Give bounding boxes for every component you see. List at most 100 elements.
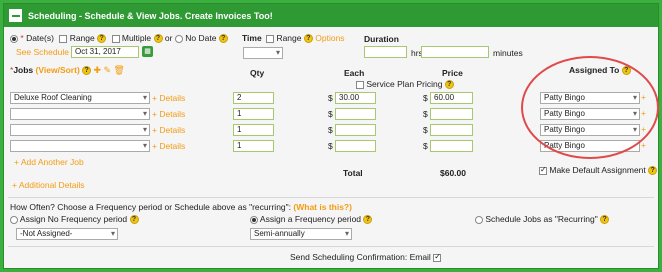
edit-icon[interactable]: ✎ <box>103 65 111 75</box>
help-icon[interactable]: ? <box>97 34 107 44</box>
currency-label: $ <box>328 93 333 103</box>
currency-label: $ <box>328 141 333 151</box>
each-header: Each <box>344 68 365 78</box>
time-label: Time <box>242 33 262 43</box>
each-input[interactable] <box>335 108 376 120</box>
range-checkbox[interactable] <box>59 34 68 43</box>
frequency-assign-option: Assign a Frequency period ? <box>250 214 373 225</box>
frequency-question: How Often? Choose a Frequency period or … <box>10 202 352 212</box>
time-options-link[interactable]: Options <box>315 33 344 43</box>
calendar-icon[interactable]: ▦ <box>142 46 153 57</box>
minutes-label: minutes <box>493 48 523 58</box>
or-label: or <box>164 33 173 43</box>
service-plan-pricing: Service Plan Pricing ? <box>356 79 454 90</box>
currency-label: $ <box>423 109 428 119</box>
price-input[interactable] <box>430 140 473 152</box>
date-label: Date(s) <box>26 33 54 43</box>
frequency-question-text: How Often? Choose a Frequency period or … <box>10 202 292 212</box>
details-link[interactable]: + Details <box>152 141 185 151</box>
date-options: * Date(s) Range ? Multiple ? or No Date … <box>10 33 228 44</box>
help-icon[interactable]: ? <box>363 215 373 225</box>
see-schedule-link[interactable]: See Schedule <box>16 47 69 57</box>
view-sort-link[interactable]: (View/Sort) <box>36 65 80 75</box>
each-input[interactable]: 30.00 <box>335 92 376 104</box>
help-icon[interactable]: ? <box>600 215 610 225</box>
job-select[interactable]: Deluxe Roof Cleaning <box>10 92 150 104</box>
no-frequency-label: Assign No Frequency period <box>19 214 128 224</box>
price-input[interactable] <box>430 124 473 136</box>
qty-input[interactable]: 1 <box>233 108 274 120</box>
confirmation-label: Send Scheduling Confirmation: <box>290 252 408 262</box>
help-icon[interactable]: ? <box>444 80 454 90</box>
time-range-checkbox[interactable] <box>266 34 275 43</box>
details-link[interactable]: + Details <box>152 93 185 103</box>
email-checkbox[interactable] <box>433 252 442 262</box>
no-date-label: No Date <box>185 33 217 43</box>
job-select[interactable] <box>10 108 150 120</box>
qty-input[interactable]: 2 <box>233 92 274 104</box>
price-input[interactable]: 60.00 <box>430 92 473 104</box>
jobs-header: *Jobs (View/Sort) ? ✚ ✎ 🗑 <box>10 65 125 76</box>
assign-frequency-radio[interactable] <box>250 215 258 224</box>
collapse-icon[interactable] <box>9 9 22 22</box>
qty-input[interactable]: 1 <box>233 124 274 136</box>
date-input[interactable]: Oct 31, 2017 <box>71 46 139 58</box>
assign-frequency-label: Assign a Frequency period <box>259 214 362 224</box>
make-default-label: Make Default Assignment <box>549 165 646 175</box>
job-select[interactable] <box>10 140 150 152</box>
panel-header: Scheduling - Schedule & View Jobs. Creat… <box>4 4 658 27</box>
multiple-checkbox[interactable] <box>111 34 120 43</box>
no-date-radio[interactable] <box>174 34 183 43</box>
date-radio[interactable] <box>10 34 18 43</box>
each-input[interactable] <box>335 124 376 136</box>
total-label: Total <box>343 168 363 178</box>
currency-label: $ <box>423 141 428 151</box>
highlight-circle <box>521 56 659 159</box>
make-default-checkbox[interactable] <box>539 165 547 175</box>
service-plan-checkbox[interactable] <box>356 80 364 89</box>
price-header: Price <box>442 68 463 78</box>
what-is-this-link[interactable]: (What is this?) <box>293 202 352 212</box>
help-icon[interactable]: ? <box>303 34 313 44</box>
additional-details-link[interactable]: + Additional Details <box>12 180 85 190</box>
service-plan-label: Service Plan Pricing <box>366 79 443 89</box>
time-options: Time Range ? Options <box>242 33 345 44</box>
help-icon[interactable]: ? <box>82 66 92 76</box>
each-input[interactable] <box>335 140 376 152</box>
help-icon[interactable]: ? <box>129 215 139 225</box>
add-job-icon[interactable]: ✚ <box>94 65 102 75</box>
help-icon[interactable]: ? <box>648 166 658 176</box>
price-input[interactable] <box>430 108 473 120</box>
currency-label: $ <box>423 93 428 103</box>
currency-label: $ <box>328 109 333 119</box>
no-frequency-radio[interactable] <box>10 215 18 224</box>
range-label: Range <box>69 33 95 43</box>
panel-title: Scheduling - Schedule & View Jobs. Creat… <box>28 10 273 21</box>
frequency-period-select[interactable]: Semi-annually <box>250 228 352 240</box>
duration-minutes-input[interactable] <box>421 46 489 58</box>
recurring-radio[interactable] <box>475 215 483 224</box>
recurring-label: Schedule Jobs as "Recurring" <box>485 214 598 224</box>
trash-icon[interactable]: 🗑 <box>113 65 124 75</box>
jobs-label: Jobs <box>13 65 34 75</box>
currency-label: $ <box>328 125 333 135</box>
qty-input[interactable]: 1 <box>233 140 274 152</box>
email-label: Email <box>409 252 431 262</box>
time-range-label: Range <box>276 33 302 43</box>
not-assigned-select[interactable]: -Not Assigned- <box>16 228 118 240</box>
duration-label: Duration <box>364 34 399 44</box>
qty-header: Qty <box>250 68 265 78</box>
add-another-job-link[interactable]: + Add Another Job <box>14 157 84 167</box>
time-select[interactable] <box>243 47 283 59</box>
duration-hrs-input[interactable] <box>364 46 407 58</box>
scheduling-confirmation: Send Scheduling Confirmation: Email <box>290 252 442 262</box>
total-value: $60.00 <box>440 168 466 178</box>
job-select[interactable] <box>10 124 150 136</box>
details-link[interactable]: + Details <box>152 109 185 119</box>
divider <box>8 246 654 247</box>
details-link[interactable]: + Details <box>152 125 185 135</box>
help-icon[interactable]: ? <box>218 34 228 44</box>
frequency-recurring-option: Schedule Jobs as "Recurring" ? <box>475 214 610 225</box>
help-icon[interactable]: ? <box>153 34 163 44</box>
currency-label: $ <box>423 125 428 135</box>
